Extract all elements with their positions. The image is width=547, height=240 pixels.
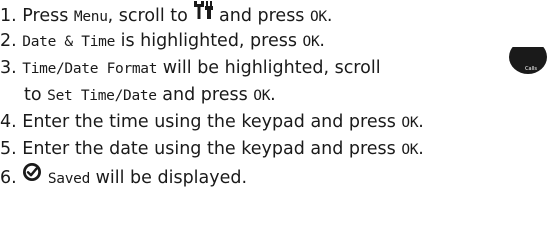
ok-key-label: OK [253,88,271,104]
calls-button-label: Calls [525,66,537,72]
step-text: Enter the date using the keypad and pres… [22,139,402,159]
step-number: 3. [0,58,17,78]
step-text: Enter the time using the keypad and pres… [22,112,402,132]
step-text: Press [22,6,74,26]
tools-icon [193,0,214,28]
step-6: 6. Saved will be displayed. [0,162,248,190]
step-text: is highlighted, press [115,31,303,51]
ok-key-label: OK [302,34,320,50]
step-text: and press [156,85,254,105]
calls-button-icon: Calls [507,40,547,77]
step-text: , scroll to [107,6,194,26]
step-2: 2. Date & Time is highlighted, press OK. [0,29,325,54]
step-text: . [326,6,333,26]
step-text: . [418,112,424,132]
step-4: 4. Enter the time using the keypad and p… [0,110,424,135]
saved-check-icon [22,162,42,190]
step-text: will be highlighted, scroll [157,58,381,78]
ok-key-label: OK [401,115,419,131]
step-text: . [418,139,424,159]
menu-key-label: Menu [73,9,108,25]
step-3-continued: to Set Time/Date and press OK. [24,83,276,108]
step-number: 5. [0,139,17,159]
step-text: . [270,85,276,105]
instruction-steps: 1. Press Menu, scroll to and press OK. 2… [0,0,547,240]
date-time-menu-label: Date & Time [22,34,116,50]
step-text: and press [213,6,310,26]
saved-confirmation-label: Saved [47,171,91,187]
step-text: to [24,85,48,105]
step-number: 6. [0,168,17,188]
step-number: 2. [0,31,17,51]
step-number: 4. [0,112,17,132]
set-time-date-label: Set Time/Date [47,88,157,104]
step-1: 1. Press Menu, scroll to and press OK. [0,0,333,28]
ok-key-label: OK [310,9,327,25]
step-3: 3. Time/Date Format will be highlighted,… [0,40,547,81]
ok-key-label: OK [401,142,419,158]
step-number: 1. [0,6,17,26]
time-date-format-label: Time/Date Format [22,61,158,77]
step-text: . [319,31,325,51]
step-5: 5. Enter the date using the keypad and p… [0,137,424,162]
step-text: will be displayed. [90,168,248,188]
